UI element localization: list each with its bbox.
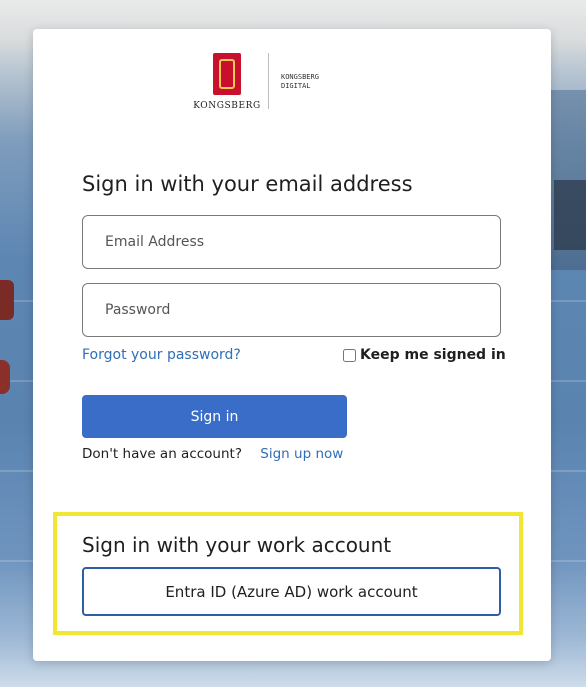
- password-field[interactable]: [82, 283, 501, 337]
- background-figure: [0, 280, 14, 320]
- keep-signed-in-label: Keep me signed in: [360, 347, 506, 363]
- keep-signed-in[interactable]: Keep me signed in: [343, 347, 506, 363]
- logo-wordmark: KONGSBERG: [193, 101, 261, 111]
- sign-in-button[interactable]: Sign in: [82, 395, 347, 438]
- digital-wordmark: KONGSBERG DIGITAL: [281, 73, 319, 90]
- work-signin-title: Sign in with your work account: [82, 533, 392, 557]
- logo-divider: [268, 53, 269, 109]
- email-signin-title: Sign in with your email address: [82, 172, 413, 196]
- no-account-text: Don't have an account?: [82, 446, 242, 462]
- background-figure: [0, 360, 10, 394]
- crest-icon: [213, 53, 241, 95]
- email-field[interactable]: [82, 215, 501, 269]
- work-account-button[interactable]: Entra ID (Azure AD) work account: [82, 567, 501, 616]
- keep-signed-in-checkbox[interactable]: [343, 348, 356, 362]
- kongsberg-logo: KONGSBERG KONGSBERG DIGITAL: [193, 53, 319, 113]
- background-structure: [554, 180, 586, 250]
- signup-prompt: Don't have an account? Sign up now: [82, 446, 343, 462]
- sign-up-link[interactable]: Sign up now: [260, 446, 343, 462]
- crest-block: KONGSBERG: [193, 53, 261, 111]
- forgot-password-link[interactable]: Forgot your password?: [82, 347, 241, 363]
